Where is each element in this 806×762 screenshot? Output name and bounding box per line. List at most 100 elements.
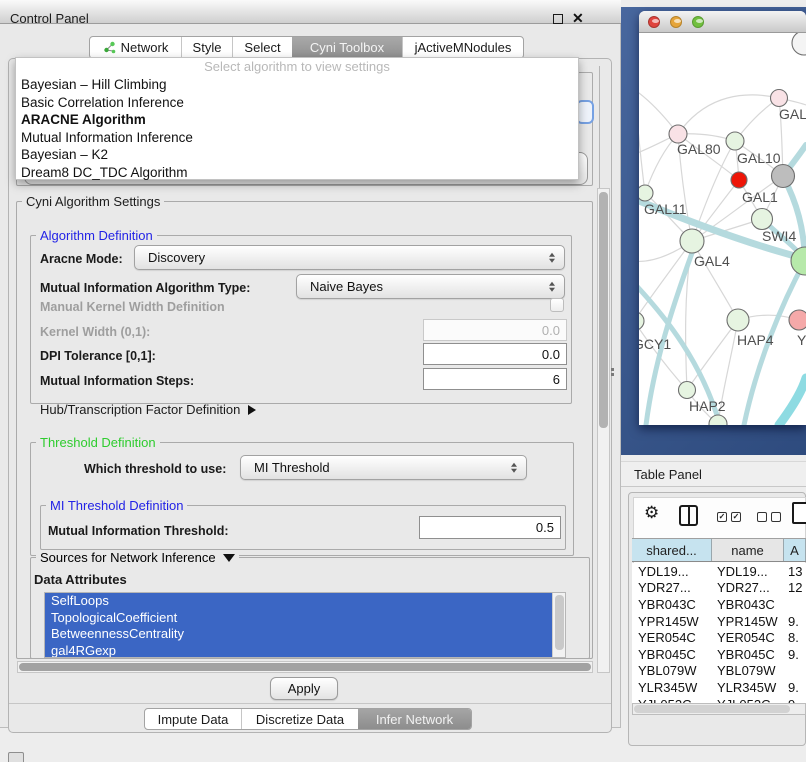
table-row[interactable]: YPR145WYPR145W9. [632, 613, 806, 630]
network-node-label: Y [797, 332, 806, 348]
network-node[interactable] [789, 310, 806, 330]
algorithm-option[interactable]: Bayesian – K2 [16, 146, 578, 164]
network-node[interactable] [727, 309, 749, 331]
settings-vertical-scrollbar-thumb[interactable] [599, 192, 608, 428]
network-node[interactable] [731, 172, 747, 188]
table-row[interactable]: YBR045CYBR045C9. [632, 646, 806, 663]
algorithm-option[interactable]: Dream8 DC_TDC Algorithm [16, 164, 578, 182]
algorithm-dropdown-placeholder: Select algorithm to view settings [16, 58, 578, 76]
table-row[interactable]: YBR043CYBR043C [632, 596, 806, 613]
network-node-label: GAL [779, 106, 806, 122]
zoom-traffic-light-icon[interactable] [692, 16, 704, 28]
tab-network[interactable]: Network [90, 37, 181, 58]
close-traffic-light-icon[interactable] [648, 16, 660, 28]
mi-algorithm-type-select[interactable]: Naive Bayes [296, 274, 565, 299]
network-canvas[interactable]: GALGAL80GAL10GAL1GAL11SWI4GAL4GCY1HAP4YH… [639, 33, 806, 425]
column-header-partial[interactable]: A [784, 539, 806, 561]
kernel-width-input[interactable] [423, 319, 567, 341]
table-cell: 9. [784, 614, 806, 629]
apply-button-label: Apply [288, 681, 321, 696]
dpi-tolerance-input[interactable] [423, 343, 567, 365]
gear-icon[interactable]: ⚙ [644, 503, 659, 523]
table-cell: YBL079W [712, 663, 784, 678]
table-row[interactable]: YDL19...YDL19...13 [632, 563, 806, 580]
mi-steps-input[interactable] [423, 368, 567, 390]
settings-horizontal-scrollbar-thumb[interactable] [19, 663, 591, 671]
table-cell: YBR043C [712, 597, 784, 612]
table-row[interactable]: YJL052CYJL052C9 [632, 696, 806, 703]
mi-steps-label: Mutual Information Steps: [40, 374, 194, 388]
column-layout-icon[interactable] [679, 505, 698, 526]
mi-threshold-input[interactable] [419, 516, 561, 539]
network-node[interactable] [752, 209, 773, 230]
manual-kernel-width-checkbox[interactable] [550, 298, 564, 312]
network-node[interactable] [639, 312, 644, 330]
network-node[interactable] [680, 229, 704, 253]
sources-title: Sources for Network Inference [40, 550, 216, 565]
network-window-titlebar[interactable] [639, 11, 806, 33]
network-node-label: GAL80 [677, 141, 721, 157]
network-node[interactable] [771, 90, 788, 107]
data-attribute-item[interactable]: TopologicalCoefficient [45, 610, 553, 627]
column-header-shared-name[interactable]: shared... [632, 539, 712, 561]
algorithm-option[interactable]: Mutual Information Inference [16, 129, 578, 147]
tab-impute-data-label: Impute Data [158, 712, 229, 727]
sources-toggle[interactable]: Sources for Network Inference [36, 550, 239, 565]
network-node[interactable] [639, 185, 653, 201]
tab-cyni-toolbox[interactable]: Cyni Toolbox [292, 37, 402, 58]
data-attribute-item[interactable]: gal4RGexp [45, 643, 553, 659]
algorithm-option[interactable]: Basic Correlation Inference [16, 94, 578, 112]
column-header-name[interactable]: name [712, 539, 784, 561]
table-horizontal-scrollbar-thumb[interactable] [634, 705, 790, 713]
tab-infer-network[interactable]: Infer Network [358, 709, 471, 729]
table-row[interactable]: YLR345WYLR345W9. [632, 679, 806, 696]
mi-algorithm-type-label: Mutual Information Algorithm Type: [40, 281, 250, 295]
aracne-mode-select[interactable]: Discovery [134, 245, 565, 270]
which-threshold-select[interactable]: MI Threshold [240, 455, 527, 480]
network-node-label: GCY1 [639, 336, 671, 352]
minimized-panel-icon[interactable] [8, 752, 24, 762]
data-attribute-item[interactable]: SelfLoops [45, 593, 553, 610]
document-icon[interactable] [792, 502, 806, 524]
splitter-handle[interactable] [611, 368, 615, 378]
list-scrollbar[interactable] [552, 593, 565, 657]
network-node[interactable] [679, 382, 696, 399]
list-scrollbar-thumb[interactable] [555, 595, 564, 650]
network-node[interactable] [726, 132, 744, 150]
float-window-icon[interactable] [553, 14, 563, 24]
tab-select[interactable]: Select [232, 37, 292, 58]
algorithm-option[interactable]: ARACNE Algorithm [16, 111, 578, 129]
minimize-traffic-light-icon[interactable] [670, 16, 682, 28]
algorithm-dropdown-popup: Select algorithm to view settings Bayesi… [15, 57, 579, 180]
tab-impute-data[interactable]: Impute Data [145, 709, 241, 729]
table-cell: YBR043C [632, 597, 712, 612]
select-all-columns-icon[interactable]: ✓ ✓ [717, 512, 741, 522]
chevron-right-icon [248, 405, 256, 415]
tab-style[interactable]: Style [181, 37, 232, 58]
tab-discretize-data[interactable]: Discretize Data [241, 709, 358, 729]
table-panel-titlebar[interactable]: Table Panel [621, 461, 806, 487]
network-node[interactable] [709, 415, 727, 425]
network-node[interactable] [791, 247, 806, 275]
algorithm-option[interactable]: Bayesian – Hill Climbing [16, 76, 578, 94]
table-panel-title: Table Panel [634, 467, 702, 482]
aracne-mode-value: Discovery [148, 250, 205, 265]
table-cell: 9. [784, 680, 806, 695]
tab-jactivemnodules[interactable]: jActiveMNodules [402, 37, 523, 58]
network-node[interactable] [772, 165, 795, 188]
hub-transcription-factor-toggle[interactable]: Hub/Transcription Factor Definition [40, 402, 256, 417]
network-node[interactable] [792, 33, 806, 55]
control-panel-title: Control Panel [10, 11, 89, 26]
kernel-width-label: Kernel Width (0,1): [40, 325, 150, 339]
table-cell: 12 [784, 580, 806, 595]
bottom-tabbar: Impute Data Discretize Data Infer Networ… [144, 708, 472, 730]
tab-select-label: Select [244, 40, 280, 55]
table-row[interactable]: YDR27...YDR27...12 [632, 580, 806, 597]
control-panel-titlebar[interactable]: Control Panel [0, 0, 621, 24]
deselect-all-columns-icon[interactable] [757, 512, 781, 522]
close-icon[interactable]: ✕ [572, 10, 584, 27]
apply-button[interactable]: Apply [270, 677, 338, 700]
data-attribute-item[interactable]: BetweennessCentrality [45, 626, 553, 643]
table-row[interactable]: YBL079WYBL079W [632, 663, 806, 680]
table-row[interactable]: YER054CYER054C8. [632, 629, 806, 646]
